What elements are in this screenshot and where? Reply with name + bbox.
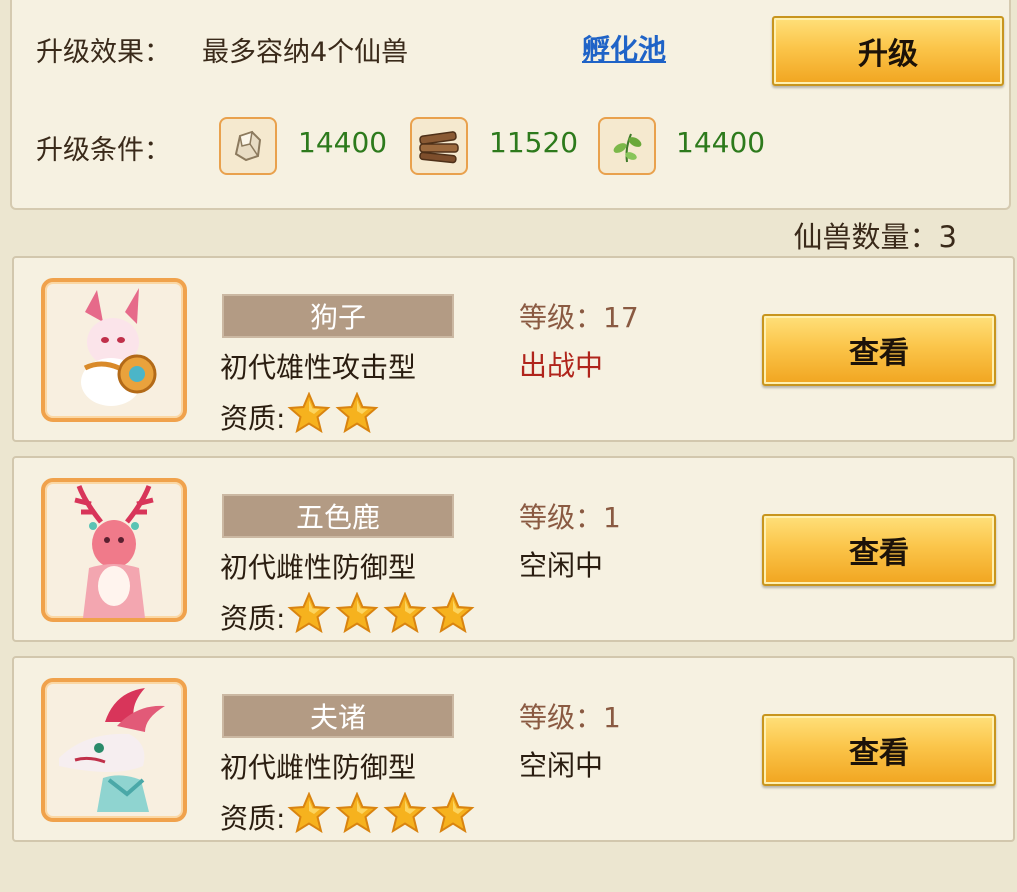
quality-stars [287, 391, 383, 441]
beast-portrait [41, 678, 187, 822]
beast-name: 狗子 [222, 294, 454, 338]
view-button[interactable]: 查看 [762, 714, 996, 786]
beast-status: 空闲中 [519, 749, 604, 782]
beast-count: 仙兽数量：3 [793, 220, 957, 254]
beast-quality: 资质: [220, 391, 383, 441]
wood-icon [410, 117, 468, 175]
beast-name: 夫诸 [222, 694, 454, 738]
beast-level: 等级：1 [519, 701, 621, 734]
beast-description: 初代雄性攻击型 [220, 351, 417, 384]
beast-status: 出战中 [519, 349, 604, 382]
star-icon [287, 591, 331, 641]
hatching-pool-link[interactable]: 孵化池 [582, 28, 666, 68]
beast-description: 初代雌性防御型 [220, 551, 417, 584]
upgrade-button[interactable]: 升级 [772, 16, 1004, 86]
quality-stars [287, 591, 479, 641]
star-icon [383, 591, 427, 641]
beast-card: 狗子 初代雄性攻击型 资质: 等级：17 出战中 查看 [12, 256, 1015, 442]
upgrade-condition-label: 升级条件： [36, 135, 171, 166]
beast-description: 初代雌性防御型 [220, 751, 417, 784]
view-button[interactable]: 查看 [762, 314, 996, 386]
star-icon [335, 791, 379, 841]
beast-name: 五色鹿 [222, 494, 454, 538]
beast-status: 空闲中 [519, 549, 604, 582]
beast-card: 夫诸 初代雌性防御型 资质: 等级：1 空闲中 查看 [12, 656, 1015, 842]
beast-portrait [41, 478, 187, 622]
herb-icon [598, 117, 656, 175]
stone-icon [219, 117, 277, 175]
star-icon [287, 791, 331, 841]
star-icon [431, 791, 475, 841]
star-icon [335, 591, 379, 641]
view-button[interactable]: 查看 [762, 514, 996, 586]
star-icon [335, 391, 379, 441]
quality-label: 资质: [220, 601, 286, 635]
herb-amount: 14400 [676, 126, 766, 159]
upgrade-effect-label: 升级效果： [36, 37, 171, 68]
beast-level: 等级：17 [519, 301, 639, 334]
beast-level: 等级：1 [519, 501, 621, 534]
beast-quality: 资质: [220, 791, 479, 841]
wood-amount: 11520 [489, 126, 579, 159]
star-icon [287, 391, 331, 441]
beast-portrait [41, 278, 187, 422]
quality-label: 资质: [220, 801, 286, 835]
quality-label: 资质: [220, 401, 286, 435]
star-icon [431, 591, 475, 641]
beast-quality: 资质: [220, 591, 479, 641]
star-icon [383, 791, 427, 841]
stone-amount: 14400 [298, 126, 388, 159]
upgrade-effect-value: 最多容纳4个仙兽 [202, 37, 409, 68]
quality-stars [287, 791, 479, 841]
beast-card: 五色鹿 初代雌性防御型 资质: 等级：1 空闲中 查看 [12, 456, 1015, 642]
